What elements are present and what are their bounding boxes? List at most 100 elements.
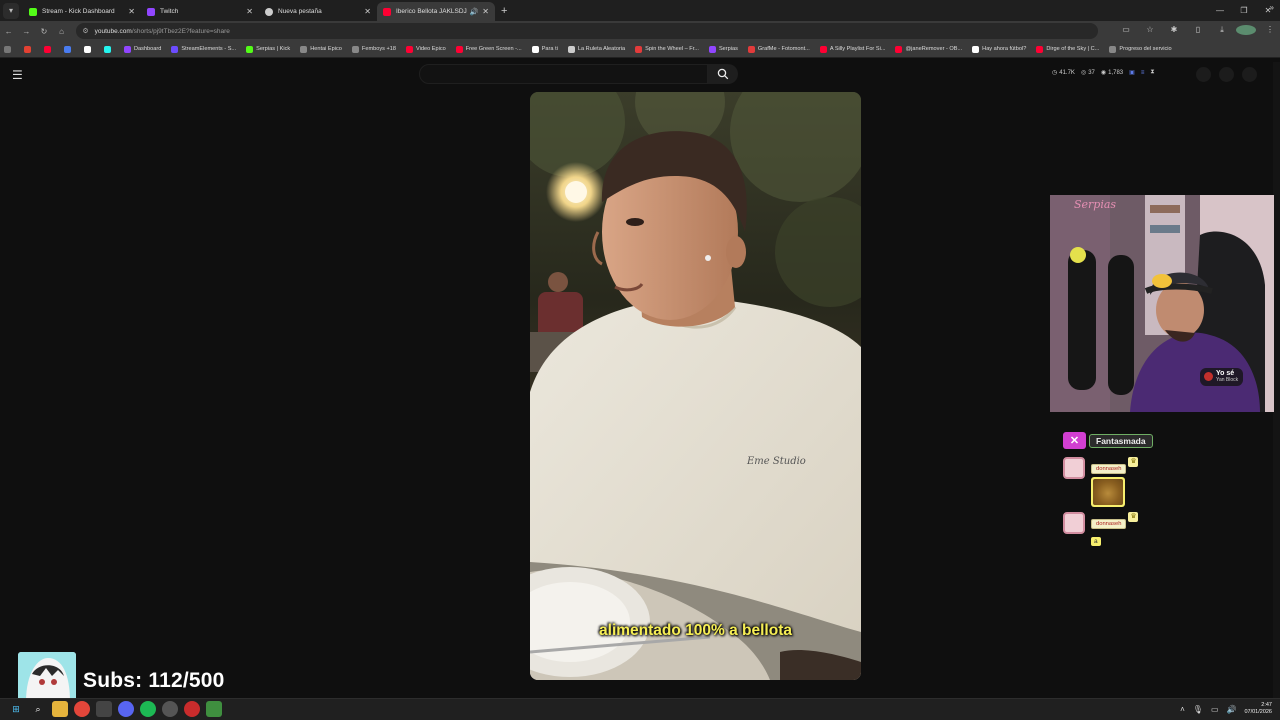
download-icon[interactable]: ⤓ xyxy=(1212,25,1232,37)
shirt-logo-text: Eme Studio xyxy=(746,456,806,467)
views-stat: ◷ 41.7K xyxy=(1052,69,1075,77)
bookmark-favicon-icon xyxy=(300,45,308,53)
home-icon[interactable]: ⌂ xyxy=(53,27,71,36)
bookmark-item[interactable]: Hentai Epico xyxy=(300,45,342,53)
x-bookmark-icon[interactable] xyxy=(84,45,94,53)
bookmark-star-icon[interactable]: ☆ xyxy=(1140,25,1160,37)
windows-start-icon[interactable]: ⊞ xyxy=(8,701,24,717)
close-tab-icon[interactable]: ✕ xyxy=(364,7,371,16)
taskbar-search-icon[interactable]: ⌕ xyxy=(30,701,46,717)
bookmark-favicon-icon xyxy=(246,45,254,53)
apps-icon[interactable] xyxy=(4,45,14,53)
streamer-webcam: Serpias Yo sé Yan Block xyxy=(1050,195,1274,412)
bookmark-item[interactable]: A Silly Playlist For Si... xyxy=(819,45,885,53)
gmail-icon[interactable] xyxy=(24,45,34,53)
page-scrollbar[interactable] xyxy=(1273,62,1280,698)
mic-icon[interactable]: 🎙 xyxy=(1193,705,1203,714)
chat-header-name: Fantasmada xyxy=(1089,433,1153,448)
hamburger-menu-icon[interactable]: ☰ xyxy=(12,68,23,82)
bookmark-favicon-icon xyxy=(635,45,643,53)
address-bar[interactable]: ⚙ youtube.com/shorts/pj9tTbez2E?feature=… xyxy=(76,23,1098,39)
docs-icon[interactable] xyxy=(64,45,74,53)
obs-icon[interactable] xyxy=(96,701,112,717)
bookmark-item[interactable]: StreamElements - S... xyxy=(171,45,236,53)
chat-emote xyxy=(1091,477,1125,507)
tab-search-icon[interactable]: ▾ xyxy=(3,2,19,19)
close-tab-icon[interactable]: ✕ xyxy=(246,7,253,16)
discord-icon[interactable] xyxy=(118,701,134,717)
bookmark-item[interactable]: Dashboard xyxy=(124,45,161,53)
comment-icon: ◉ xyxy=(1100,70,1107,76)
tray-chevron-icon[interactable]: ˄ xyxy=(1180,705,1185,714)
bookmark-item[interactable]: Hay ahora fútbol? xyxy=(972,45,1026,53)
tab-twitch[interactable]: Twitch ✕ xyxy=(141,2,259,21)
record-icon xyxy=(1204,372,1213,381)
bookmark-item[interactable]: Serpias xyxy=(708,45,738,53)
subs-goal-text: Subs: 112/500 xyxy=(83,669,225,692)
record-app-icon[interactable] xyxy=(184,701,200,717)
site-info-icon[interactable]: ⚙ xyxy=(82,27,88,35)
youtube-bookmark-icon[interactable] xyxy=(44,45,54,53)
bookmark-favicon-icon xyxy=(747,45,755,53)
bookmark-favicon-icon xyxy=(972,45,980,53)
maximize-icon[interactable]: ❐ xyxy=(1232,6,1256,15)
tiktok-icon[interactable] xyxy=(104,45,114,53)
bookmark-item[interactable]: Progreso del servicio xyxy=(1109,45,1172,53)
kick-favicon-icon xyxy=(29,7,37,16)
search-button[interactable] xyxy=(708,64,738,84)
close-window-icon[interactable]: ✕ xyxy=(1256,6,1280,15)
bookmark-item[interactable]: La Ruleta Aleatoria xyxy=(567,45,625,53)
bookmarks-overflow-icon[interactable]: » xyxy=(1270,3,1274,12)
like-icon: ◎ xyxy=(1080,70,1087,76)
url-path: /shorts/pj9tTbez2E?feature=share xyxy=(131,27,230,35)
file-explorer-icon[interactable] xyxy=(52,701,68,717)
ext-list-icon[interactable]: ≡ xyxy=(1141,70,1145,76)
tab-audio-icon[interactable]: 🔊 xyxy=(470,8,479,16)
browser-toolbar: ← → ↻ ⌂ ⚙ youtube.com/shorts/pj9tTbez2E?… xyxy=(0,21,1280,41)
browser-menu-icon[interactable]: ⋮ xyxy=(1260,25,1280,37)
create-button[interactable] xyxy=(1196,67,1211,82)
bookmark-item[interactable]: Free Green Screen -... xyxy=(455,45,522,53)
streamlabs-icon[interactable] xyxy=(162,701,178,717)
close-tab-icon[interactable]: ✕ xyxy=(128,7,135,16)
bookmark-item[interactable]: Dirge of the Sky | C... xyxy=(1036,45,1099,53)
chrome-icon[interactable] xyxy=(74,701,90,717)
minimize-icon[interactable]: — xyxy=(1208,6,1232,15)
sidebar-icon[interactable]: ▯ xyxy=(1188,25,1208,37)
bookmark-favicon-icon xyxy=(708,45,716,53)
minecraft-icon[interactable] xyxy=(206,701,222,717)
system-tray: ˄ 🎙 ▭ 🔊 2:47 07/01/2026 xyxy=(1180,702,1272,716)
tab-new-tab[interactable]: Nueva pestaña ✕ xyxy=(259,2,377,21)
reload-icon[interactable]: ↻ xyxy=(35,27,53,36)
monitor-icon[interactable]: ▭ xyxy=(1211,705,1219,714)
volume-icon[interactable]: 🔊 xyxy=(1227,705,1237,714)
extensions-icon[interactable]: ✱ xyxy=(1164,25,1184,37)
shorts-video-player[interactable]: Eme Studio alimentado 100% a bellota xyxy=(530,92,861,680)
likes-stat: ◎ 37 xyxy=(1080,69,1095,77)
close-tab-icon[interactable]: ✕ xyxy=(482,7,489,16)
bookmark-item[interactable]: Spin the Wheel – Fr... xyxy=(635,45,699,53)
new-tab-button[interactable]: + xyxy=(501,5,507,17)
bookmark-item[interactable]: Serpias | Kick xyxy=(246,45,290,53)
tab-youtube-short[interactable]: Iberico Bellota JAKLSDJA - 🔊 ✕ xyxy=(377,2,495,21)
chrome-favicon-icon xyxy=(265,7,273,16)
spotify-icon[interactable] xyxy=(140,701,156,717)
bookmark-item[interactable]: Para ti xyxy=(531,45,558,53)
bookmark-item[interactable]: Femboys +18 xyxy=(351,45,396,53)
ext-hourglass-icon[interactable]: ⧗ xyxy=(1150,69,1154,76)
cast-icon[interactable]: ▭ xyxy=(1116,25,1136,37)
back-icon[interactable]: ← xyxy=(0,27,18,36)
search-input[interactable] xyxy=(419,64,708,84)
taskbar-clock[interactable]: 2:47 07/01/2026 xyxy=(1244,702,1272,716)
account-avatar[interactable] xyxy=(1242,67,1257,82)
bookmark-item[interactable]: GrafMe - Fotomont... xyxy=(747,45,810,53)
forward-icon[interactable]: → xyxy=(18,27,36,36)
bookmark-item[interactable]: @janeRemover - OB... xyxy=(895,45,962,53)
chat-message: donnaseh♛ xyxy=(1063,457,1139,507)
profile-avatar[interactable] xyxy=(1236,25,1256,37)
ext-blue-icon[interactable]: ▣ xyxy=(1129,69,1135,76)
tab-kick-dashboard[interactable]: Stream - Kick Dashboard ✕ xyxy=(23,2,141,21)
chat-username: donnaseh xyxy=(1091,519,1127,529)
notifications-button[interactable] xyxy=(1219,67,1234,82)
bookmark-item[interactable]: Video Epico xyxy=(405,45,446,53)
